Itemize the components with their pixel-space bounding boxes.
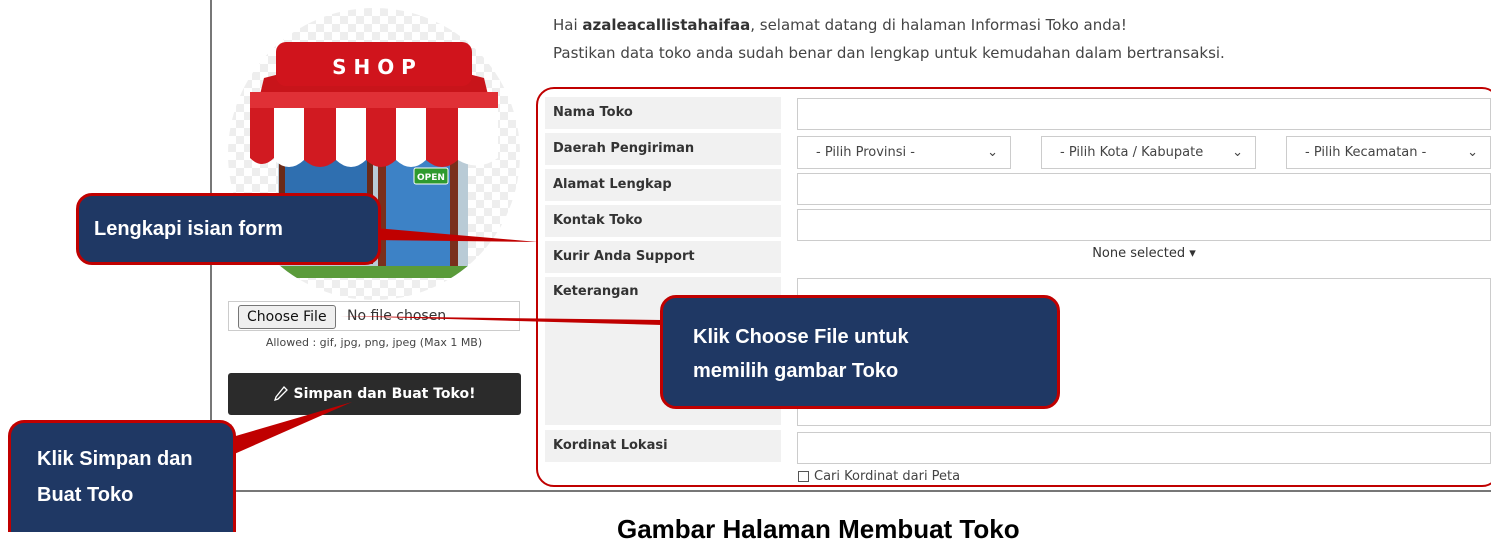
shop-sign: S H O P xyxy=(276,42,472,86)
callout-form: Lengkapi isian form xyxy=(76,193,381,265)
form-highlight xyxy=(536,87,1491,487)
save-button-label: Simpan dan Buat Toko! xyxy=(293,386,476,402)
file-status: No file chosen xyxy=(347,308,447,324)
save-shop-button[interactable]: Simpan dan Buat Toko! xyxy=(228,373,521,415)
figure-caption: Gambar Halaman Membuat Toko xyxy=(617,514,1020,544)
file-upload: Choose File No file chosen xyxy=(228,301,520,331)
open-sign: OPEN xyxy=(413,167,449,185)
svg-text:S H O P: S H O P xyxy=(332,55,416,79)
username: azaleacallistahaifaa xyxy=(582,16,751,34)
pencil-icon xyxy=(273,386,288,402)
svg-text:OPEN: OPEN xyxy=(417,173,445,183)
greeting-line-1: Hai azaleacallistahaifaa, selamat datang… xyxy=(553,16,1127,34)
callout-form-text: Lengkapi isian form xyxy=(94,217,283,240)
callout-choose-line-1: Klik Choose File untuk xyxy=(693,326,909,348)
allowed-types: Allowed : gif, jpg, png, jpeg (Max 1 MB) xyxy=(265,336,483,349)
choose-file-button[interactable]: Choose File xyxy=(238,305,336,329)
callout-save-line-2: Buat Toko xyxy=(37,484,134,506)
greeting-line-2: Pastikan data toko anda sudah benar dan … xyxy=(553,44,1225,62)
callout-choose-line-2: memilih gambar Toko xyxy=(693,360,899,382)
callout-save: Klik Simpan dan Buat Toko xyxy=(8,420,236,532)
callout-choose-file: Klik Choose File untuk memilih gambar To… xyxy=(660,295,1060,409)
callout-save-line-1: Klik Simpan dan xyxy=(37,448,193,470)
